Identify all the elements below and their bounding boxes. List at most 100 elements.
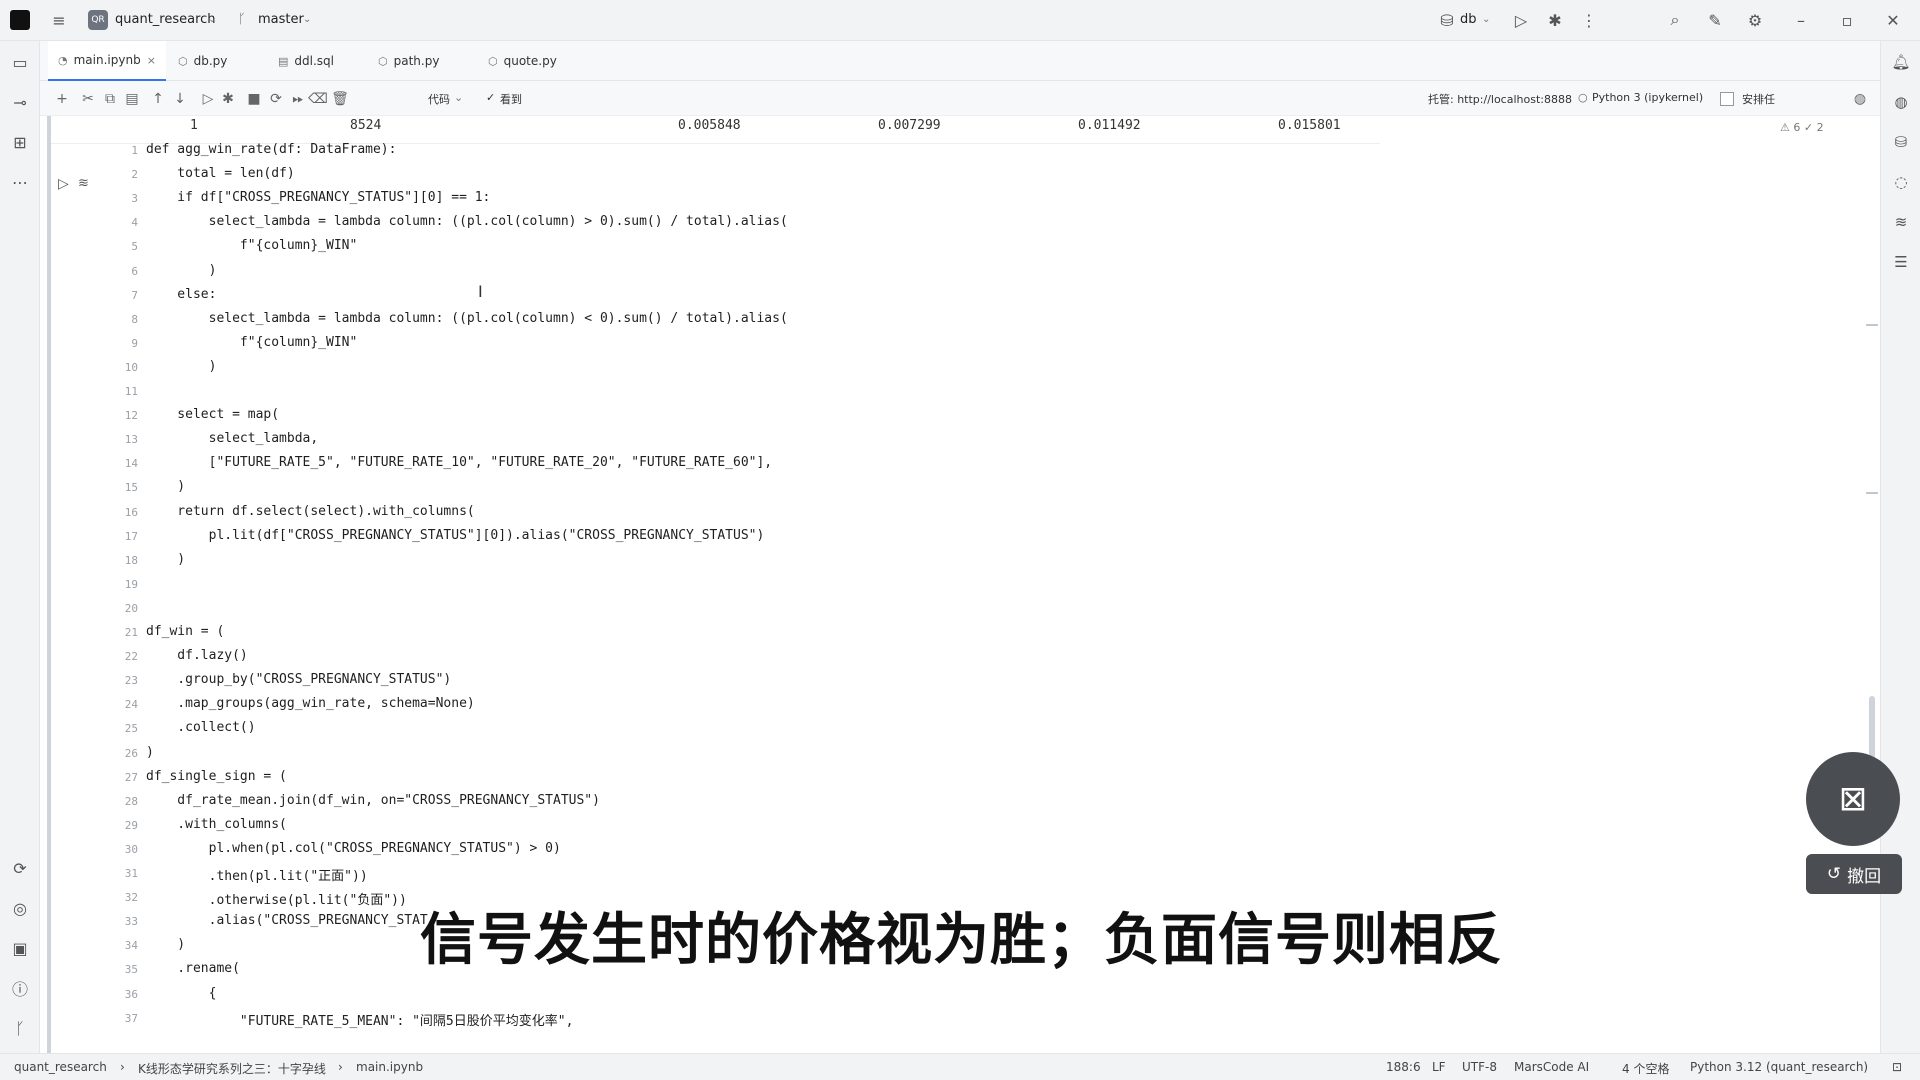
caret-position[interactable]: 188:6 bbox=[1386, 1060, 1421, 1074]
code-line[interactable]: .with_columns( bbox=[146, 817, 287, 832]
cut-icon[interactable]: ✂ bbox=[78, 89, 98, 109]
undo-button[interactable]: ↺ 撤回 bbox=[1806, 854, 1902, 894]
minimize-icon[interactable]: – bbox=[1790, 9, 1812, 31]
warnings-badge[interactable]: ⚠ 6 ✓ 2 bbox=[1780, 121, 1824, 134]
code-line[interactable]: df_win = ( bbox=[146, 624, 224, 639]
settings-icon[interactable]: ⚙ bbox=[1744, 9, 1766, 31]
code-line[interactable]: total = len(df) bbox=[146, 166, 294, 181]
project-name[interactable]: quant_research bbox=[115, 12, 216, 27]
chevron-down-icon[interactable]: ⌄ bbox=[303, 14, 311, 25]
code-line[interactable]: def agg_win_rate(df: DataFrame): bbox=[146, 142, 396, 157]
run-cell-icon[interactable]: ▷ bbox=[58, 176, 69, 192]
code-line[interactable]: pl.lit(df["CROSS_PREGNANCY_STATUS"][0]).… bbox=[146, 528, 765, 543]
code-line[interactable]: .alias("CROSS_PREGNANCY_STAT bbox=[146, 913, 428, 928]
code-line[interactable]: ) bbox=[146, 745, 154, 760]
marscode-icon[interactable]: ≋ bbox=[78, 176, 89, 191]
debug-cell-icon[interactable]: ✱ bbox=[218, 89, 238, 109]
tab-quote-py[interactable]: ⬡ quote.py bbox=[478, 41, 567, 81]
code-line[interactable]: select_lambda, bbox=[146, 431, 319, 446]
code-line[interactable]: select_lambda = lambda column: ((pl.col(… bbox=[146, 311, 788, 326]
restart-icon[interactable]: ⟳ bbox=[266, 89, 286, 109]
code-line[interactable]: ) bbox=[146, 263, 217, 278]
tab-main-ipynb[interactable]: ◔ main.ipynb × bbox=[48, 41, 166, 81]
run-icon[interactable]: ▷ bbox=[1510, 9, 1532, 31]
move-down-icon[interactable]: ↓ bbox=[170, 89, 190, 109]
close-window-icon[interactable]: ⊠ bbox=[1806, 752, 1900, 846]
code-line[interactable]: ) bbox=[146, 479, 185, 494]
code-line[interactable]: if df["CROSS_PREGNANCY_STATUS"][0] == 1: bbox=[146, 190, 490, 205]
sciview-icon[interactable]: ◌ bbox=[1890, 171, 1912, 193]
add-cell-icon[interactable]: + bbox=[52, 89, 72, 109]
code-line[interactable]: select_lambda = lambda column: ((pl.col(… bbox=[146, 214, 788, 229]
breadcrumb-file[interactable]: main.ipynb bbox=[356, 1060, 423, 1074]
chevron-down-icon[interactable]: ⌄ bbox=[454, 91, 463, 104]
more-icon[interactable]: ⋮ bbox=[1578, 9, 1600, 31]
indent-setting[interactable]: 4 个空格 bbox=[1622, 1060, 1669, 1077]
app-logo[interactable] bbox=[10, 10, 30, 30]
breadcrumb-folder[interactable]: K线形态学研究系列之三：十字孕线 bbox=[138, 1060, 326, 1077]
code-line[interactable]: return df.select(select).with_columns( bbox=[146, 504, 474, 519]
ai-plugin-status[interactable]: MarsCode AI bbox=[1514, 1060, 1589, 1074]
tab-ddl-sql[interactable]: ▤ ddl.sql bbox=[268, 41, 344, 81]
trusted-label[interactable]: 看到 bbox=[500, 91, 522, 107]
code-line[interactable]: f"{column}_WIN" bbox=[146, 335, 357, 350]
code-line[interactable]: f"{column}_WIN" bbox=[146, 238, 357, 253]
notifications-icon[interactable]: 🔔︎ bbox=[1890, 51, 1912, 73]
move-up-icon[interactable]: ↑ bbox=[148, 89, 168, 109]
code-line[interactable]: df.lazy() bbox=[146, 648, 247, 663]
tab-db-py[interactable]: ⬡ db.py bbox=[168, 41, 237, 81]
python-packages-icon[interactable]: ⟳ bbox=[9, 857, 31, 879]
terminal-icon[interactable]: ▣ bbox=[9, 937, 31, 959]
lock-icon[interactable]: ⊡ bbox=[1892, 1060, 1902, 1074]
close-tab-icon[interactable]: × bbox=[147, 54, 156, 67]
paste-icon[interactable]: ▤ bbox=[122, 89, 142, 109]
code-line[interactable]: select = map( bbox=[146, 407, 279, 422]
code-line[interactable]: .otherwise(pl.lit("负面")) bbox=[146, 889, 407, 908]
code-line[interactable]: .collect() bbox=[146, 720, 255, 735]
database-icon[interactable]: ⛁ bbox=[1890, 131, 1912, 153]
code-line[interactable]: ) bbox=[146, 359, 217, 374]
kernel-select[interactable]: Python 3 (ipykernel) bbox=[1592, 91, 1703, 104]
cell-type-select[interactable]: 代码 bbox=[428, 91, 450, 107]
line-separator[interactable]: LF bbox=[1432, 1060, 1446, 1074]
jupyter-vars-icon[interactable]: ☰ bbox=[1890, 251, 1912, 273]
delete-icon[interactable]: 🗑︎ bbox=[330, 89, 350, 109]
run-cell-icon[interactable]: ▷ bbox=[198, 89, 218, 109]
chevron-down-icon[interactable]: ⌄ bbox=[208, 14, 216, 25]
code-line[interactable]: else: bbox=[146, 287, 216, 302]
search-icon[interactable]: ⌕ bbox=[1664, 9, 1686, 31]
problems-icon[interactable]: ⓘ bbox=[9, 977, 31, 999]
git-icon[interactable]: ᚴ bbox=[9, 1017, 31, 1039]
chevron-down-icon[interactable]: ⌄ bbox=[1482, 14, 1490, 25]
commit-icon[interactable]: ⊸ bbox=[9, 91, 31, 113]
code-line[interactable]: df_rate_mean.join(df_win, on="CROSS_PREG… bbox=[146, 793, 600, 808]
stop-icon[interactable]: ■ bbox=[244, 89, 264, 109]
marscode-icon[interactable]: ≋ bbox=[1890, 211, 1912, 233]
checkbox[interactable] bbox=[1720, 92, 1734, 106]
clear-icon[interactable]: ⌫ bbox=[308, 89, 328, 109]
branch-name[interactable]: master bbox=[258, 12, 304, 27]
project-folder-icon[interactable]: ▭ bbox=[9, 51, 31, 73]
code-line[interactable]: .then(pl.lit("正面")) bbox=[146, 865, 368, 884]
code-line[interactable]: .map_groups(agg_win_rate, schema=None) bbox=[146, 696, 474, 711]
code-with-me-icon[interactable]: ✎ bbox=[1704, 9, 1726, 31]
ai-assistant-icon[interactable]: ◍ bbox=[1890, 91, 1912, 113]
code-line[interactable]: .rename( bbox=[146, 961, 240, 976]
server-label[interactable]: 托管: http://localhost:8888 bbox=[1428, 91, 1572, 107]
code-line[interactable]: "FUTURE_RATE_5_MEAN": "间隔5日股价平均变化率", bbox=[146, 1010, 574, 1029]
code-line[interactable]: pl.when(pl.col("CROSS_PREGNANCY_STATUS")… bbox=[146, 841, 561, 856]
main-menu-icon[interactable]: ≡ bbox=[48, 9, 70, 31]
globe-icon[interactable]: ◍ bbox=[1850, 89, 1870, 109]
breadcrumb-project[interactable]: quant_research bbox=[14, 1060, 107, 1074]
debug-icon[interactable]: ✱ bbox=[1544, 9, 1566, 31]
checkbox-label[interactable]: 安排任 bbox=[1742, 91, 1775, 107]
more-tools-icon[interactable]: ⋯ bbox=[9, 171, 31, 193]
code-line[interactable]: { bbox=[146, 986, 217, 1001]
project-badge[interactable]: QR bbox=[88, 10, 108, 30]
run-all-icon[interactable]: ⏩︎ bbox=[288, 89, 308, 109]
file-encoding[interactable]: UTF-8 bbox=[1462, 1060, 1497, 1074]
restore-icon[interactable]: ▫ bbox=[1836, 9, 1858, 31]
code-line[interactable]: ["FUTURE_RATE_5", "FUTURE_RATE_10", "FUT… bbox=[146, 455, 773, 470]
services-icon[interactable]: ◎ bbox=[9, 897, 31, 919]
python-interpreter[interactable]: Python 3.12 (quant_research) bbox=[1690, 1060, 1868, 1074]
